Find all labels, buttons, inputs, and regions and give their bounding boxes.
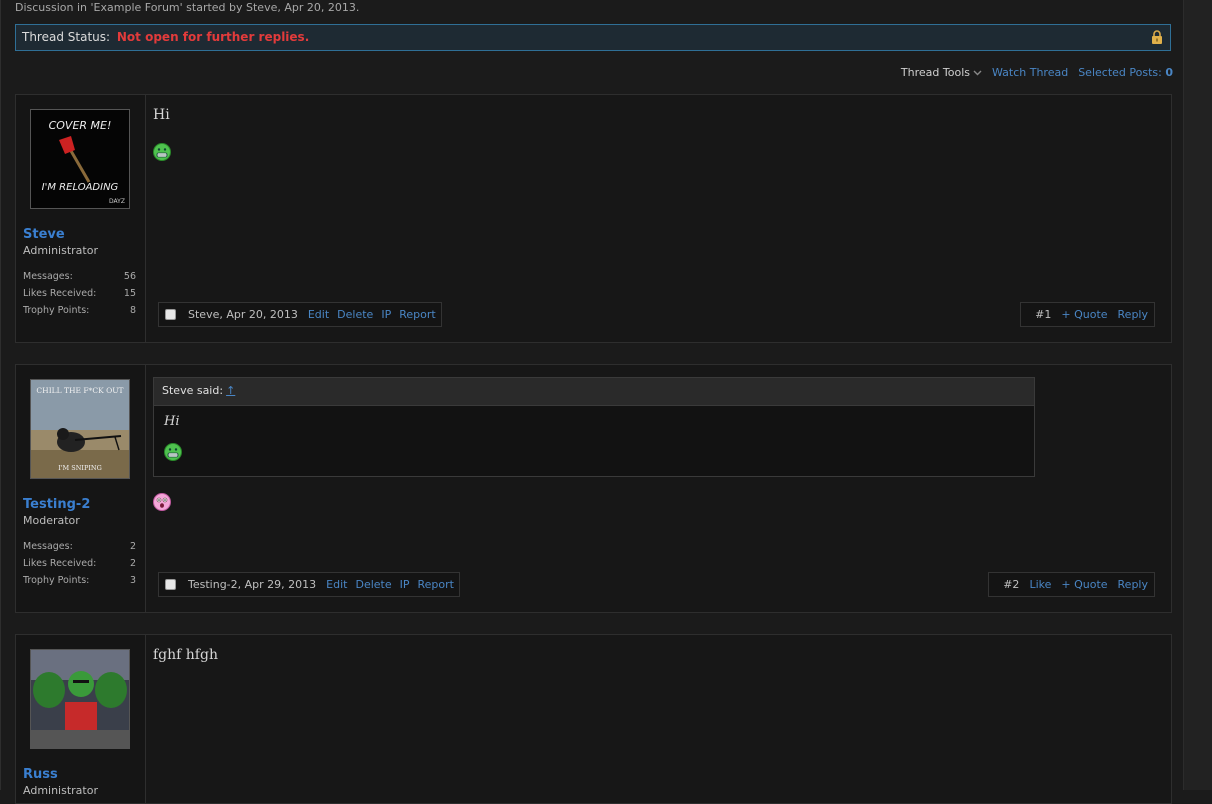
thread-tools-menu[interactable]: Thread Tools — [901, 66, 982, 79]
delete-link[interactable]: Delete — [337, 308, 373, 321]
surprised-smiley-icon — [153, 493, 171, 511]
quote-source-link[interactable]: ↑ — [226, 384, 235, 397]
user-role: Moderator — [23, 514, 80, 527]
watch-thread-link[interactable]: Watch Thread — [992, 66, 1068, 79]
post-footer-left: Testing-2, Apr 29, 2013 Edit Delete IP R… — [158, 572, 460, 597]
user-info: Russ Administrator — [16, 635, 146, 803]
user-role: Administrator — [23, 244, 98, 257]
quote-text: Hi — [164, 414, 180, 429]
post-footer-left: Steve, Apr 20, 2013 Edit Delete IP Repor… — [158, 302, 442, 327]
post-3: Russ Administrator fghf hfgh — [15, 634, 1172, 804]
select-post-checkbox[interactable] — [165, 579, 176, 590]
avatar-tag: DAYZ — [109, 198, 125, 205]
stat-label-messages: Messages: — [23, 541, 73, 552]
post-2: CHILL THE F*CK OUT I'M SNIPING Testing-2… — [15, 364, 1172, 613]
quote-link[interactable]: + Quote — [1061, 308, 1107, 321]
thread-page: Discussion in 'Example Forum' started by… — [0, 0, 1183, 804]
avatar-text-bottom: I'M RELOADING — [42, 182, 119, 193]
stat-label-trophy: Trophy Points: — [23, 575, 90, 586]
avatar[interactable]: COVER ME! I'M RELOADING DAYZ — [30, 109, 130, 209]
post-1: COVER ME! I'M RELOADING DAYZ Steve Admin… — [15, 94, 1172, 343]
thread-tools-label: Thread Tools — [900, 66, 970, 79]
post-message: Hi — [153, 107, 170, 123]
edit-link[interactable]: Edit — [308, 308, 329, 321]
quote-header: Steve said: ↑ — [154, 378, 1034, 406]
avatar[interactable] — [30, 649, 130, 749]
quote-author: Steve said: — [162, 384, 224, 397]
stat-label-likes: Likes Received: — [23, 288, 97, 299]
grin-smiley-icon — [153, 143, 171, 161]
avatar[interactable]: CHILL THE F*CK OUT I'M SNIPING — [30, 379, 130, 479]
report-link[interactable]: Report — [418, 578, 454, 591]
stat-likes: 2 — [129, 558, 136, 569]
stat-likes: 15 — [123, 288, 136, 299]
report-link[interactable]: Report — [399, 308, 435, 321]
stat-label-trophy: Trophy Points: — [23, 305, 90, 316]
avatar-image: CHILL THE F*CK OUT I'M SNIPING — [31, 380, 129, 478]
ip-link[interactable]: IP — [400, 578, 410, 591]
stat-trophy: 3 — [129, 575, 136, 586]
selected-posts-link[interactable]: Selected Posts: 0 — [1078, 66, 1173, 79]
stat-messages: 56 — [123, 271, 136, 282]
thread-status-value: Not open for further replies. — [116, 30, 310, 44]
avatar-image — [31, 650, 129, 748]
avatar-text-top: COVER ME! — [49, 119, 112, 132]
post-footer-right: #1 + Quote Reply — [1020, 302, 1155, 327]
username[interactable]: Testing-2 — [23, 497, 90, 512]
post-meta[interactable]: Testing-2, Apr 29, 2013 — [188, 578, 316, 591]
selected-posts-count: 0 — [1165, 66, 1173, 79]
post-content: Hi — [153, 107, 1161, 165]
lock-icon — [1152, 30, 1162, 44]
stat-trophy: 8 — [129, 305, 136, 316]
username[interactable]: Russ — [23, 767, 58, 782]
stat-messages: 2 — [129, 541, 136, 552]
user-stats: Messages: 56 Likes Received: 15 Trophy Poi… — [23, 271, 136, 322]
post-meta[interactable]: Steve, Apr 20, 2013 — [188, 308, 298, 321]
stat-label-messages: Messages: — [23, 271, 73, 282]
quote-block: Steve said: ↑ Hi — [153, 377, 1035, 477]
user-role: Administrator — [23, 784, 98, 797]
thread-status-label: Thread Status: — [22, 30, 111, 44]
thread-description: Discussion in 'Example Forum' started by… — [15, 1, 360, 14]
ip-link[interactable]: IP — [381, 308, 391, 321]
post-message: fghf hfgh — [153, 647, 218, 663]
like-link[interactable]: Like — [1029, 578, 1051, 591]
thread-toolbar: Thread Tools Watch Thread Selected Posts… — [901, 66, 1173, 79]
page-edge — [0, 0, 1, 790]
post-footer-right: #2 Like + Quote Reply — [988, 572, 1155, 597]
avatar-text-bottom: I'M SNIPING — [58, 464, 102, 472]
page-side-background — [1183, 0, 1212, 790]
delete-link[interactable]: Delete — [355, 578, 391, 591]
username[interactable]: Steve — [23, 227, 65, 242]
quote-body: Hi — [154, 406, 1034, 473]
edit-link[interactable]: Edit — [326, 578, 347, 591]
user-stats: Messages: 2 Likes Received: 2 Trophy Point… — [23, 541, 136, 592]
selected-posts-label: Selected Posts: — [1078, 66, 1162, 79]
post-content: fghf hfgh — [153, 647, 1161, 663]
quote-link[interactable]: + Quote — [1061, 578, 1107, 591]
reply-link[interactable]: Reply — [1118, 308, 1148, 321]
grin-smiley-icon — [164, 443, 182, 461]
post-number[interactable]: #2 — [1003, 578, 1019, 591]
user-info: COVER ME! I'M RELOADING DAYZ Steve Admin… — [16, 95, 146, 342]
select-post-checkbox[interactable] — [165, 309, 176, 320]
chevron-down-icon — [973, 70, 982, 75]
post-number[interactable]: #1 — [1035, 308, 1051, 321]
avatar-image: COVER ME! I'M RELOADING DAYZ — [31, 110, 129, 208]
stat-label-likes: Likes Received: — [23, 558, 97, 569]
user-info: CHILL THE F*CK OUT I'M SNIPING Testing-2… — [16, 365, 146, 612]
avatar-text-top: CHILL THE F*CK OUT — [36, 386, 123, 395]
thread-status-bar: Thread Status: Not open for further repl… — [15, 24, 1171, 51]
reply-link[interactable]: Reply — [1118, 578, 1148, 591]
